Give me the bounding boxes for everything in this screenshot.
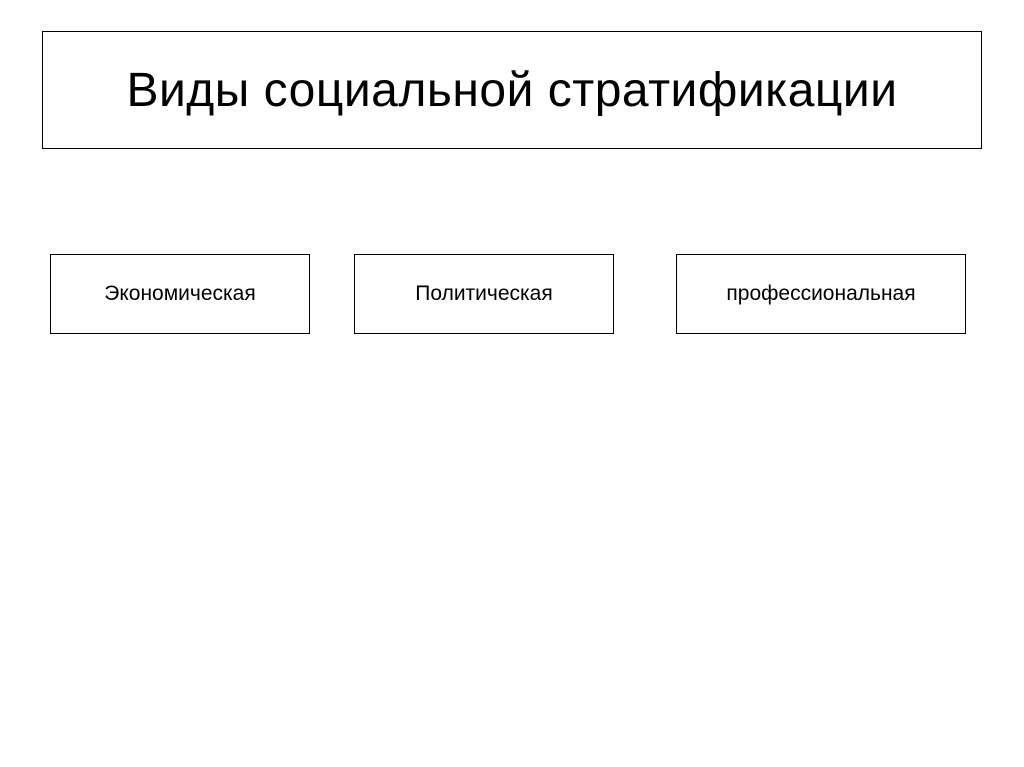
category-box-political: Политическая xyxy=(354,254,614,334)
category-label: профессиональная xyxy=(726,282,915,306)
category-box-professional: профессиональная xyxy=(676,254,966,334)
page-title: Виды социальной стратификации xyxy=(126,63,897,118)
title-box: Виды социальной стратификации xyxy=(42,31,982,149)
category-label: Экономическая xyxy=(104,282,255,306)
category-label: Политическая xyxy=(415,282,552,306)
category-box-economic: Экономическая xyxy=(50,254,310,334)
